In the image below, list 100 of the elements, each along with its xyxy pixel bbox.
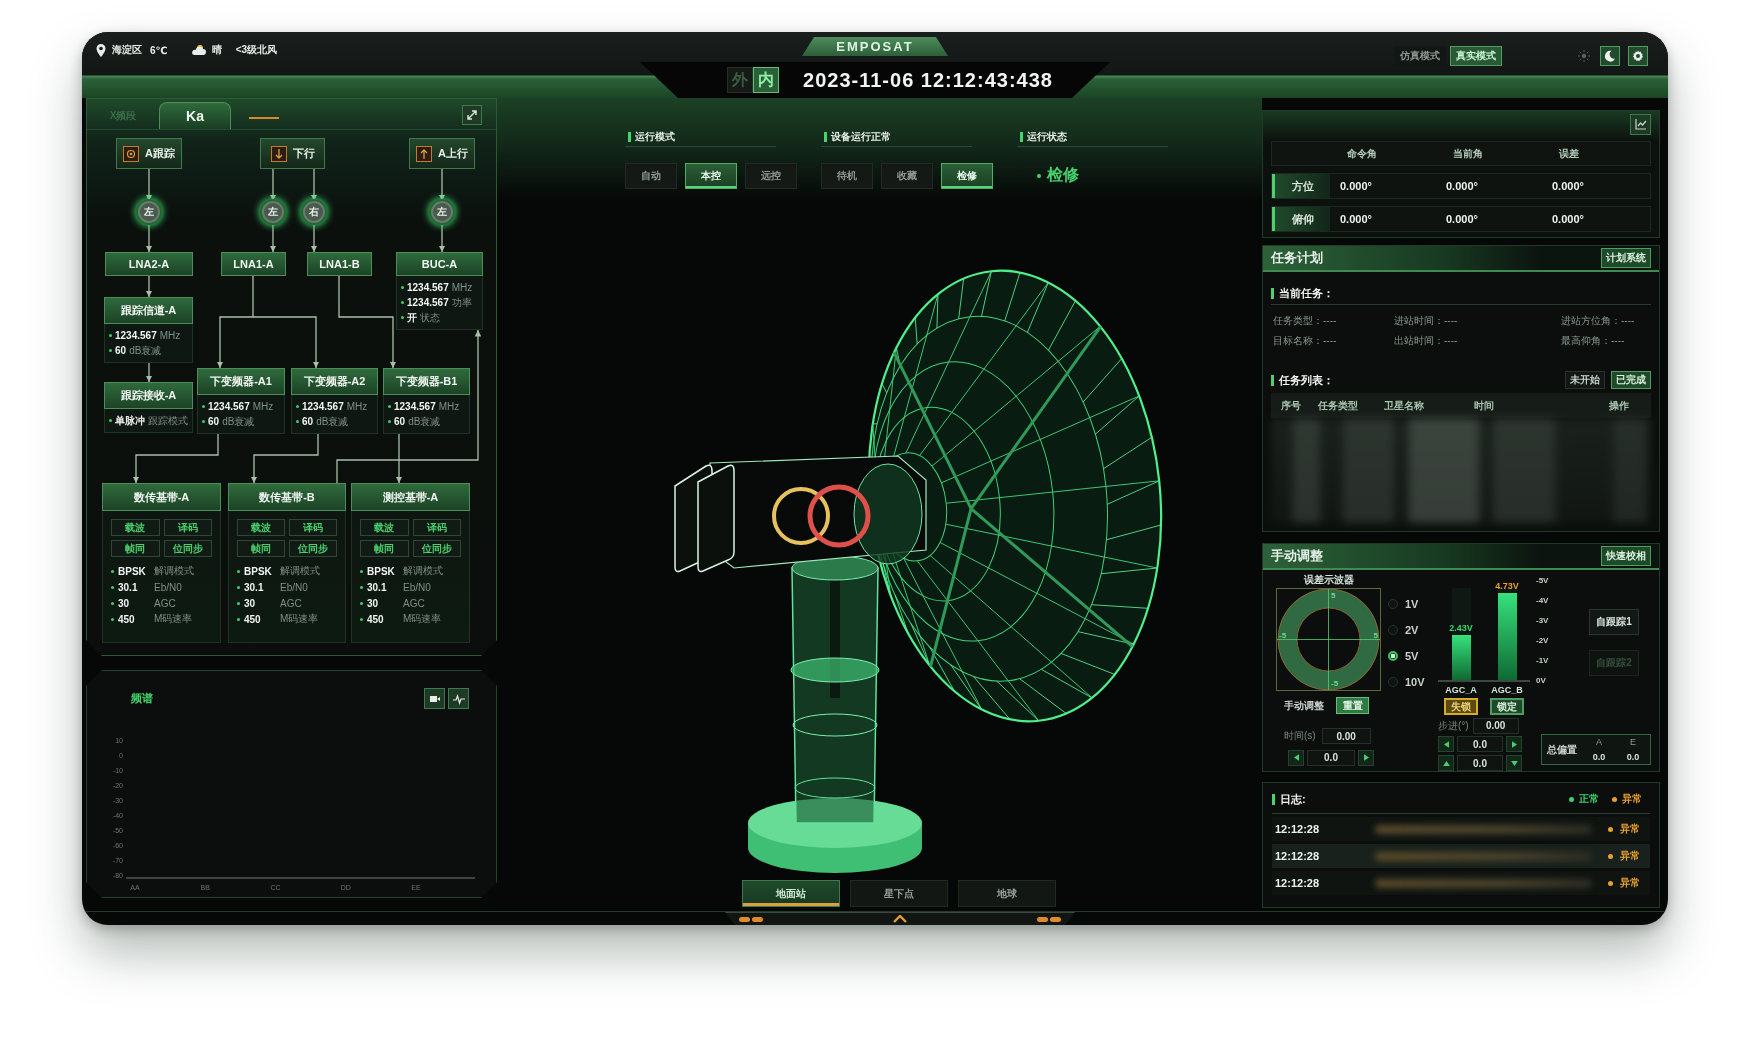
legend-label: 正常 xyxy=(1579,792,1599,806)
column-header: 命令角 xyxy=(1346,146,1378,161)
location-pin-icon xyxy=(96,43,106,57)
lock-status-badge: 锁定 xyxy=(1490,698,1524,715)
mode-button[interactable]: 待机 xyxy=(821,163,873,189)
log-time: 12:12:28 xyxy=(1275,850,1321,862)
view-tab[interactable]: 星下点 xyxy=(850,880,948,907)
dash-icon xyxy=(1037,916,1061,922)
decrease-button[interactable] xyxy=(1288,749,1304,766)
connector-arrow xyxy=(145,362,153,383)
connector-arrow xyxy=(310,222,318,253)
switch-toggle[interactable]: 右 xyxy=(303,201,325,223)
dash-icon xyxy=(739,916,763,922)
step-field[interactable]: 0.00 xyxy=(1472,717,1519,734)
quick-calibrate-button[interactable]: 快速校相 xyxy=(1601,546,1651,566)
field-text: 进站时间：---- xyxy=(1394,314,1458,328)
agc-reading: 2.43V xyxy=(1448,622,1474,633)
theme-toggle-button[interactable] xyxy=(1600,46,1620,66)
caret-right-icon xyxy=(1363,754,1369,761)
time-field[interactable]: 0.00 xyxy=(1321,728,1371,744)
reading-unit: 状态 xyxy=(420,310,440,325)
bullet-icon xyxy=(111,569,114,573)
moon-icon xyxy=(1604,50,1616,62)
increase-button[interactable] xyxy=(1506,736,1522,752)
connector-arrow xyxy=(145,222,153,253)
scale-label: -4V xyxy=(1536,595,1550,607)
band-tab[interactable]: Ka xyxy=(159,102,231,129)
switch-toggle[interactable]: 左 xyxy=(262,201,284,223)
side-toggle-button[interactable]: 内 xyxy=(753,67,780,93)
mode-button[interactable]: 收藏 xyxy=(881,163,933,189)
bullet-icon xyxy=(237,585,240,589)
row-header-cell: 俯仰 xyxy=(1272,207,1330,231)
agc-label: AGC_B xyxy=(1490,684,1524,697)
reading-value: 450 xyxy=(118,613,136,625)
weather-text: 晴 xyxy=(211,43,222,57)
reading-value: BPSK xyxy=(244,565,273,577)
bullet-icon xyxy=(237,601,240,605)
radio-button[interactable] xyxy=(1388,599,1398,609)
connector-arrow xyxy=(145,275,153,298)
increase-button[interactable] xyxy=(1438,755,1454,771)
auto-track-button[interactable]: 自跟踪1 xyxy=(1589,609,1639,635)
step-field[interactable]: 0.0 xyxy=(1457,755,1503,771)
mode-button[interactable]: 检修 xyxy=(941,163,993,189)
mode-button[interactable]: 本控 xyxy=(685,163,737,189)
lock-indicator: 载波 xyxy=(360,519,409,536)
reading-value: 450 xyxy=(244,613,262,625)
reading-value: 1234.567 xyxy=(394,401,436,412)
column-header: 序号 xyxy=(1281,398,1302,413)
step-label: 步进(°) xyxy=(1438,718,1469,733)
decrease-button[interactable] xyxy=(1438,736,1454,752)
filter-button[interactable]: 已完成 xyxy=(1611,371,1651,389)
amplifier-node: LNA2-A xyxy=(105,252,193,276)
radio-button[interactable] xyxy=(1388,625,1398,635)
section-marker-icon xyxy=(824,132,827,142)
view-tab[interactable]: 地球 xyxy=(958,880,1056,907)
caret-up-icon xyxy=(1442,760,1450,766)
log-status: 异常 xyxy=(1620,876,1641,890)
radio-button[interactable] xyxy=(1388,677,1398,687)
step-field[interactable]: 0.0 xyxy=(1307,749,1355,766)
waveform-button[interactable] xyxy=(448,688,469,709)
section-title: 运行模式 xyxy=(635,130,675,144)
lock-indicator: 译码 xyxy=(289,519,337,536)
plan-system-button[interactable]: 计划系统 xyxy=(1601,248,1651,268)
tracking-node: 跟踪接收-A xyxy=(104,382,193,409)
step-field[interactable]: 0.0 xyxy=(1457,736,1503,752)
scale-label: -1V xyxy=(1536,655,1550,667)
settings-button[interactable] xyxy=(1628,46,1648,66)
video-button[interactable] xyxy=(424,688,445,709)
mode-button[interactable]: 自动 xyxy=(625,163,677,189)
column-header: 卫星名称 xyxy=(1384,398,1425,413)
sun-icon xyxy=(1578,50,1590,62)
amplifier-node: LNA1-A xyxy=(221,252,286,276)
log-status: 异常 xyxy=(1620,849,1641,863)
chart-button[interactable] xyxy=(1630,113,1651,135)
view-tab[interactable]: 地面站 xyxy=(742,880,840,907)
mode-toggle-button[interactable]: 真实模式 xyxy=(1450,46,1502,66)
decrease-button[interactable] xyxy=(1506,755,1522,771)
status-text: 检修 xyxy=(1047,165,1079,185)
section-title: 设备运行正常 xyxy=(831,130,891,144)
target-icon xyxy=(123,145,139,162)
log-status: 异常 xyxy=(1620,822,1641,836)
source-label: 下行 xyxy=(292,146,315,161)
location-text: 海淀区 xyxy=(112,43,142,57)
section-title: 任务列表： xyxy=(1279,372,1334,388)
radio-button[interactable] xyxy=(1388,651,1398,661)
bullet-icon xyxy=(237,617,240,621)
bullet-icon xyxy=(111,617,114,621)
switch-toggle[interactable]: 左 xyxy=(431,201,453,223)
mode-button[interactable]: 远控 xyxy=(745,163,797,189)
increase-button[interactable] xyxy=(1358,749,1374,766)
reading-unit: AGC xyxy=(403,597,425,609)
switch-toggle[interactable]: 左 xyxy=(138,201,160,223)
filter-button[interactable]: 未开始 xyxy=(1565,371,1605,389)
reset-button[interactable]: 重置 xyxy=(1336,697,1369,714)
reading-unit: M码速率 xyxy=(154,612,193,626)
bullet-icon xyxy=(237,569,240,573)
status-dot-icon xyxy=(1037,173,1041,178)
expand-button[interactable] xyxy=(462,105,482,125)
section-title: 当前任务： xyxy=(1279,285,1334,301)
scope-axis-label: -5 xyxy=(1331,679,1339,688)
